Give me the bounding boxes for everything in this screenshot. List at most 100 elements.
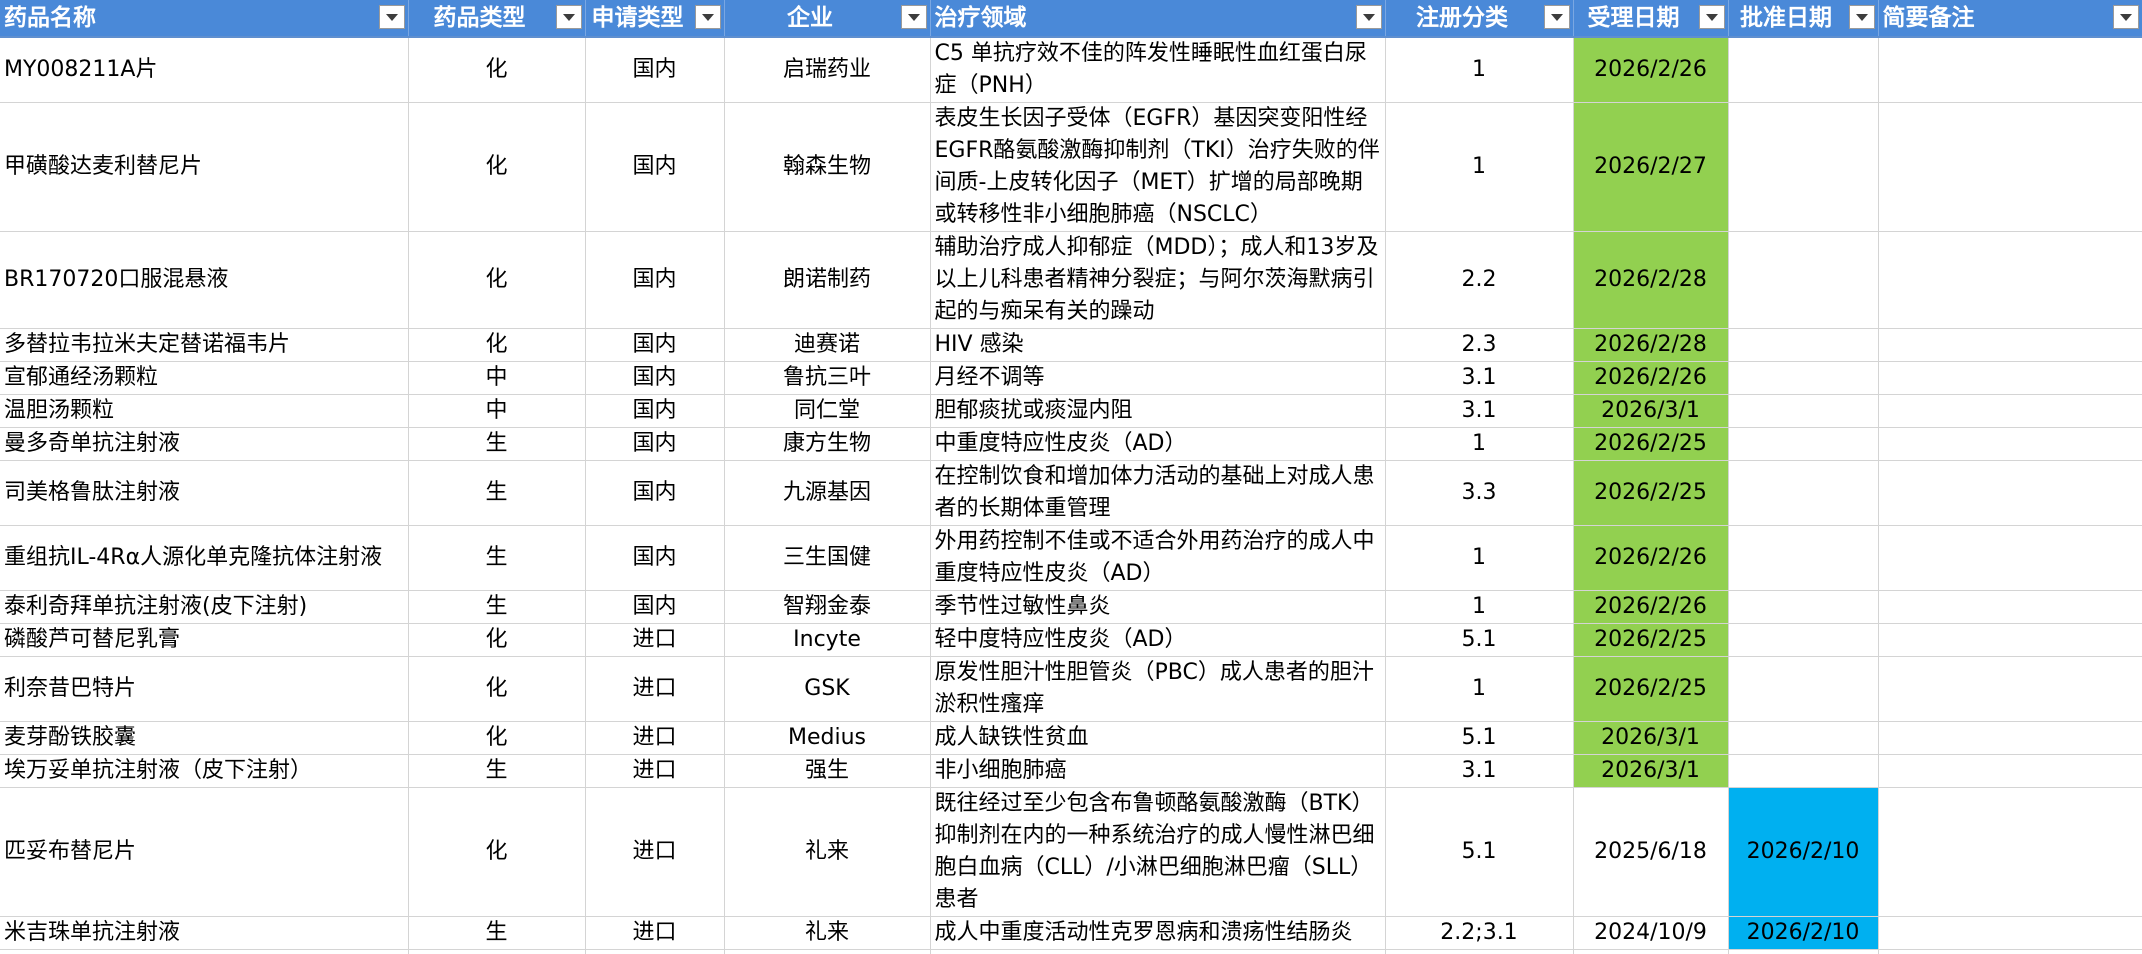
cell-registration-class[interactable]: 1 <box>1385 102 1574 232</box>
cell-approval-date[interactable] <box>1728 460 1879 526</box>
cell-therapeutic-area[interactable]: 轻中度特应性皮炎（AD） <box>930 623 1386 657</box>
cell-notes[interactable] <box>1878 721 2142 755</box>
cell-therapeutic-area[interactable]: C5 单抗疗效不佳的阵发性睡眠性血红蛋白尿症（PNH） <box>930 37 1386 103</box>
cell-therapeutic-area[interactable]: 表皮生长因子受体（EGFR）基因突变阳性经EGFR酪氨酸激酶抑制剂（TKI）治疗… <box>930 102 1386 232</box>
cell-drug-type[interactable]: 中 <box>408 361 586 395</box>
empty-cell[interactable] <box>0 949 409 954</box>
cell-notes[interactable] <box>1878 37 2142 103</box>
cell-acceptance-date[interactable]: 2026/2/25 <box>1573 623 1729 657</box>
cell-therapeutic-area[interactable]: 成人中重度活动性克罗恩病和溃疡性结肠炎 <box>930 916 1386 950</box>
filter-dropdown-button[interactable] <box>1543 5 1570 29</box>
cell-drug-name[interactable]: 温胆汤颗粒 <box>0 394 409 428</box>
cell-drug-name[interactable]: 曼多奇单抗注射液 <box>0 427 409 461</box>
empty-cell[interactable] <box>408 949 586 954</box>
cell-drug-type[interactable]: 化 <box>408 623 586 657</box>
cell-drug-name[interactable]: 泰利奇拜单抗注射液(皮下注射) <box>0 590 409 624</box>
cell-approval-date[interactable] <box>1728 721 1879 755</box>
cell-company[interactable]: 三生国健 <box>724 525 931 591</box>
cell-company[interactable]: 启瑞药业 <box>724 37 931 103</box>
cell-therapeutic-area[interactable]: 月经不调等 <box>930 361 1386 395</box>
cell-registration-class[interactable]: 5.1 <box>1385 623 1574 657</box>
cell-notes[interactable] <box>1878 590 2142 624</box>
empty-cell[interactable] <box>1878 949 2142 954</box>
cell-drug-type[interactable]: 生 <box>408 427 586 461</box>
cell-drug-type[interactable]: 生 <box>408 525 586 591</box>
cell-approval-date[interactable] <box>1728 231 1879 329</box>
filter-dropdown-button[interactable] <box>1848 5 1875 29</box>
cell-application-type[interactable]: 国内 <box>585 37 725 103</box>
cell-acceptance-date[interactable]: 2026/3/1 <box>1573 754 1729 788</box>
cell-company[interactable]: 翰森生物 <box>724 102 931 232</box>
cell-application-type[interactable]: 国内 <box>585 231 725 329</box>
cell-approval-date[interactable] <box>1728 37 1879 103</box>
cell-acceptance-date[interactable]: 2026/2/26 <box>1573 37 1729 103</box>
cell-approval-date[interactable] <box>1728 427 1879 461</box>
cell-drug-type[interactable]: 化 <box>408 231 586 329</box>
cell-registration-class[interactable]: 5.1 <box>1385 787 1574 917</box>
cell-registration-class[interactable]: 2.2 <box>1385 231 1574 329</box>
cell-notes[interactable] <box>1878 231 2142 329</box>
cell-therapeutic-area[interactable]: 在控制饮食和增加体力活动的基础上对成人患者的长期体重管理 <box>930 460 1386 526</box>
cell-acceptance-date[interactable]: 2026/2/26 <box>1573 525 1729 591</box>
cell-acceptance-date[interactable]: 2026/2/26 <box>1573 590 1729 624</box>
cell-application-type[interactable]: 进口 <box>585 721 725 755</box>
cell-acceptance-date[interactable]: 2026/2/25 <box>1573 656 1729 722</box>
cell-company[interactable]: 康方生物 <box>724 427 931 461</box>
cell-therapeutic-area[interactable]: 胆郁痰扰或痰湿内阻 <box>930 394 1386 428</box>
filter-dropdown-button[interactable] <box>2112 5 2139 29</box>
empty-cell[interactable] <box>930 949 1386 954</box>
cell-acceptance-date[interactable]: 2026/2/25 <box>1573 460 1729 526</box>
cell-drug-name[interactable]: 宣郁通经汤颗粒 <box>0 361 409 395</box>
cell-therapeutic-area[interactable]: 辅助治疗成人抑郁症（MDD）；成人和13岁及以上儿科患者精神分裂症；与阿尔茨海默… <box>930 231 1386 329</box>
cell-drug-type[interactable]: 化 <box>408 721 586 755</box>
cell-approval-date[interactable] <box>1728 623 1879 657</box>
cell-registration-class[interactable]: 3.1 <box>1385 394 1574 428</box>
cell-application-type[interactable]: 国内 <box>585 460 725 526</box>
cell-acceptance-date[interactable]: 2026/3/1 <box>1573 394 1729 428</box>
filter-dropdown-button[interactable] <box>378 5 405 29</box>
cell-drug-type[interactable]: 中 <box>408 394 586 428</box>
cell-drug-name[interactable]: 埃万妥单抗注射液（皮下注射） <box>0 754 409 788</box>
cell-approval-date[interactable]: 2026/2/10 <box>1728 787 1879 917</box>
cell-drug-name[interactable]: 匹妥布替尼片 <box>0 787 409 917</box>
cell-approval-date[interactable]: 2026/2/10 <box>1728 916 1879 950</box>
cell-therapeutic-area[interactable]: 非小细胞肺癌 <box>930 754 1386 788</box>
empty-cell[interactable] <box>585 949 725 954</box>
filter-dropdown-button[interactable] <box>694 5 721 29</box>
cell-company[interactable]: 九源基因 <box>724 460 931 526</box>
cell-notes[interactable] <box>1878 427 2142 461</box>
cell-application-type[interactable]: 国内 <box>585 590 725 624</box>
cell-drug-type[interactable]: 生 <box>408 754 586 788</box>
cell-approval-date[interactable] <box>1728 754 1879 788</box>
cell-application-type[interactable]: 国内 <box>585 525 725 591</box>
cell-notes[interactable] <box>1878 916 2142 950</box>
cell-registration-class[interactable]: 1 <box>1385 656 1574 722</box>
cell-company[interactable]: GSK <box>724 656 931 722</box>
cell-therapeutic-area[interactable]: 中重度特应性皮炎（AD） <box>930 427 1386 461</box>
cell-drug-type[interactable]: 生 <box>408 590 586 624</box>
filter-dropdown-button[interactable] <box>1355 5 1382 29</box>
empty-cell[interactable] <box>1385 949 1574 954</box>
cell-approval-date[interactable] <box>1728 590 1879 624</box>
cell-acceptance-date[interactable]: 2026/2/27 <box>1573 102 1729 232</box>
cell-acceptance-date[interactable]: 2026/2/26 <box>1573 361 1729 395</box>
cell-notes[interactable] <box>1878 102 2142 232</box>
cell-notes[interactable] <box>1878 525 2142 591</box>
cell-drug-type[interactable]: 化 <box>408 328 586 362</box>
cell-company[interactable]: 强生 <box>724 754 931 788</box>
cell-therapeutic-area[interactable]: 季节性过敏性鼻炎 <box>930 590 1386 624</box>
cell-application-type[interactable]: 进口 <box>585 787 725 917</box>
cell-application-type[interactable]: 国内 <box>585 102 725 232</box>
cell-notes[interactable] <box>1878 328 2142 362</box>
cell-acceptance-date[interactable]: 2026/3/1 <box>1573 721 1729 755</box>
empty-cell[interactable] <box>1728 949 1879 954</box>
cell-approval-date[interactable] <box>1728 361 1879 395</box>
cell-registration-class[interactable]: 1 <box>1385 525 1574 591</box>
cell-approval-date[interactable] <box>1728 102 1879 232</box>
cell-drug-type[interactable]: 化 <box>408 656 586 722</box>
cell-company[interactable]: 朗诺制药 <box>724 231 931 329</box>
cell-approval-date[interactable] <box>1728 656 1879 722</box>
cell-therapeutic-area[interactable]: 原发性胆汁性胆管炎（PBC）成人患者的胆汁淤积性瘙痒 <box>930 656 1386 722</box>
cell-company[interactable]: Medius <box>724 721 931 755</box>
cell-registration-class[interactable]: 1 <box>1385 37 1574 103</box>
